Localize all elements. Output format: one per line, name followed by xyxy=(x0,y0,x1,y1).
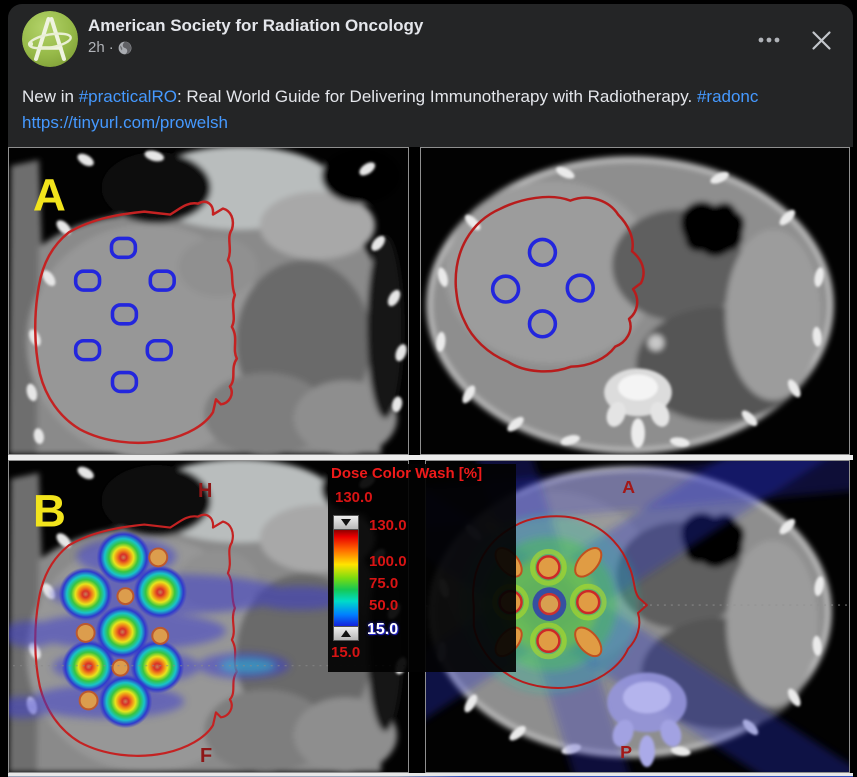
post-link-url[interactable]: https://tinyurl.com/prowelsh xyxy=(22,110,837,136)
legend-tick: 50.0 xyxy=(369,597,398,614)
ct-axial-markers-panel xyxy=(420,147,850,455)
text-segment: : Real World Guide for Delivering Immuno… xyxy=(177,87,697,106)
legend-max-value: 130.0 xyxy=(335,489,373,506)
globe-icon xyxy=(118,41,132,55)
legend-title: Dose Color Wash [%] xyxy=(331,465,515,482)
legend-tick: 130.0 xyxy=(369,517,407,534)
meta-separator: · xyxy=(109,39,114,56)
panel-a-label: A xyxy=(33,170,66,221)
colorbar-gradient xyxy=(333,530,359,626)
hashtag-radonc[interactable]: #radonc xyxy=(697,87,758,106)
header-text: American Society for Radiation Oncology … xyxy=(88,16,423,56)
dose-wash-mid xyxy=(220,658,276,674)
ct-coronal-markers-panel: A xyxy=(8,147,409,455)
dose-legend: Dose Color Wash [%] 130.0 130.0 100.0 75… xyxy=(328,464,516,672)
avatar[interactable] xyxy=(22,11,78,67)
orientation-anterior: A xyxy=(622,477,635,497)
legend-min-value: 15.0 xyxy=(331,644,360,661)
triangle-up-icon xyxy=(341,630,351,637)
astro-logo xyxy=(22,11,78,67)
post-header: American Society for Radiation Oncology … xyxy=(8,4,853,76)
more-options-button[interactable] xyxy=(755,26,783,54)
colorbar-up-button[interactable] xyxy=(333,626,359,641)
more-options-icon xyxy=(758,37,780,43)
post-image[interactable]: A xyxy=(8,147,853,777)
text-segment: New in xyxy=(22,87,79,106)
post-meta: 2h · xyxy=(88,39,423,56)
legend-tick: 75.0 xyxy=(369,575,398,592)
orientation-feet: F xyxy=(200,745,212,767)
triangle-down-icon xyxy=(341,519,351,526)
timestamp[interactable]: 2h xyxy=(88,39,105,56)
legend-tick: 100.0 xyxy=(369,553,407,570)
hashtag-practicalRO[interactable]: #practicalRO xyxy=(79,87,177,106)
post-text: New in #practicalRO: Real World Guide fo… xyxy=(8,76,853,136)
close-button[interactable] xyxy=(807,26,835,54)
legend-min-slider-value: 15.0 xyxy=(367,621,398,639)
facebook-post-card: American Society for Radiation Oncology … xyxy=(8,4,853,777)
legend-colorbar xyxy=(333,515,359,641)
colorbar-down-button[interactable] xyxy=(333,515,359,530)
orientation-posterior: P xyxy=(620,742,632,762)
page-name[interactable]: American Society for Radiation Oncology xyxy=(88,16,423,36)
panel-b-label: B xyxy=(33,486,66,537)
header-actions xyxy=(755,26,835,54)
close-icon xyxy=(811,30,832,51)
orientation-head: H xyxy=(198,480,212,502)
